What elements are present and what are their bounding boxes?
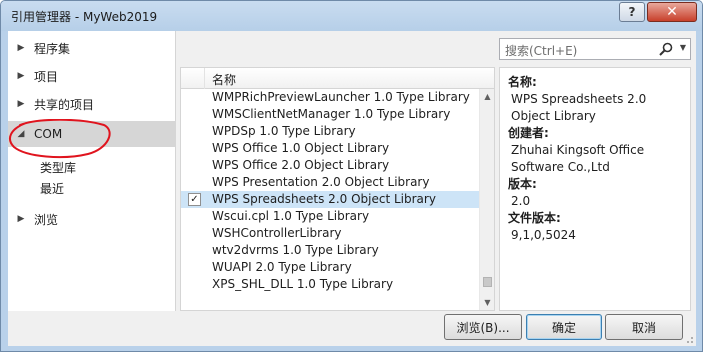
vertical-scrollbar[interactable]: ▲ ▼ [479,89,494,310]
nav-item-label: 共享的项目 [34,97,95,112]
dialog-body: ▶ 程序集 ▶ 项目 ▶ 共享的项目 ◢ COM 类型库 最近 ▶ 浏览 搜索(… [8,31,696,346]
com-library-list: 名称 WMPRichPreviewLauncher 1.0 Type Libra… [180,67,495,311]
close-button[interactable]: ✕ [647,2,697,22]
triangle-down-icon: ◢ [17,129,25,139]
list-item[interactable]: WPDSp 1.0 Type Library [181,123,479,140]
detail-version-value: 2.0 [511,194,531,208]
triangle-right-icon: ▶ [17,214,25,224]
list-item[interactable]: WUAPI 2.0 Type Library [181,259,479,276]
list-item-name: WPS Spreadsheets 2.0 Object Library [212,192,436,206]
list-item[interactable]: WMSClientNetManager 1.0 Type Library [181,106,479,123]
category-nav: ▶ 程序集 ▶ 项目 ▶ 共享的项目 ◢ COM 类型库 最近 ▶ 浏览 [8,31,176,311]
list-item-name: WPS Presentation 2.0 Object Library [212,175,430,189]
triangle-right-icon: ▶ [17,71,25,81]
detail-file-version-value: 9,1,0,5024 [511,228,576,242]
list-item-name: WMPRichPreviewLauncher 1.0 Type Library [212,90,470,104]
list-item[interactable]: WPS Presentation 2.0 Object Library [181,174,479,191]
scroll-up-icon[interactable]: ▲ [480,89,494,104]
nav-item-label: 程序集 [34,41,71,56]
search-icon[interactable] [658,41,674,57]
detail-creator-value: Zhuhai Kingsoft Office Software Co.,Ltd [511,143,645,174]
detail-file-version-label: 文件版本: [508,211,561,225]
details-panel: 名称: WPS Spreadsheets 2.0 Object Library … [499,67,691,311]
close-icon: ✕ [666,4,678,20]
list-item-name: WMSClientNetManager 1.0 Type Library [212,107,451,121]
list-item[interactable]: WMPRichPreviewLauncher 1.0 Type Library [181,89,479,106]
list-item[interactable]: WPS Office 2.0 Object Library [181,157,479,174]
nav-subitem-recent[interactable]: 最近 [40,180,64,197]
nav-item-shared-projects[interactable]: ▶ 共享的项目 [8,91,176,117]
triangle-right-icon: ▶ [17,99,25,109]
scroll-down-icon[interactable]: ▼ [480,295,494,310]
nav-item-projects[interactable]: ▶ 项目 [8,63,176,89]
reference-manager-window: 引用管理器 - MyWeb2019 ? ✕ ▶ 程序集 ▶ 项目 ▶ 共享的项目… [0,0,703,352]
ok-button[interactable]: 确定 [526,314,602,340]
list-item[interactable]: Wscui.cpl 1.0 Type Library [181,208,479,225]
list-item-selected[interactable]: ✓ WPS Spreadsheets 2.0 Object Library [181,191,479,208]
list-item[interactable]: WPS Office 1.0 Object Library [181,140,479,157]
search-placeholder: 搜索(Ctrl+E) [505,44,578,58]
detail-version-label: 版本: [508,177,537,191]
nav-subitem-type-libraries[interactable]: 类型库 [40,159,76,176]
nav-item-label: 浏览 [34,212,59,227]
list-item-name: wtv2dvrms 1.0 Type Library [212,243,379,257]
header-check-column [181,68,205,89]
nav-item-com[interactable]: ◢ COM [8,121,176,147]
title-bar[interactable]: 引用管理器 - MyWeb2019 ? ✕ [1,1,702,31]
window-title: 引用管理器 - MyWeb2019 [11,10,158,24]
list-item[interactable]: XPS_SHL_DLL 1.0 Type Library [181,276,479,293]
scrollbar-thumb[interactable] [483,277,492,287]
list-item-name: WSHControllerLibrary [212,226,342,240]
search-input[interactable]: 搜索(Ctrl+E) ▼ [499,38,691,60]
list-header: 名称 [181,68,494,89]
list-rows: WMPRichPreviewLauncher 1.0 Type Library … [181,89,479,293]
browse-button[interactable]: 浏览(B)... [444,314,522,340]
list-item[interactable]: wtv2dvrms 1.0 Type Library [181,242,479,259]
resize-grip-icon[interactable] [684,334,694,344]
help-button[interactable]: ? [619,2,645,22]
list-item-name: WPS Office 1.0 Object Library [212,141,390,155]
column-header-name[interactable]: 名称 [212,71,236,88]
list-item-name: Wscui.cpl 1.0 Type Library [212,209,370,223]
detail-creator-label: 创建者: [508,126,549,140]
checkbox-checked[interactable]: ✓ [188,193,201,206]
list-item-name: XPS_SHL_DLL 1.0 Type Library [212,277,394,291]
detail-name-value: WPS Spreadsheets 2.0 Object Library [511,92,647,123]
list-item-name: WPS Office 2.0 Object Library [212,158,390,172]
nav-item-label: COM [34,127,63,141]
nav-item-label: 项目 [34,69,59,84]
list-item-name: WUAPI 2.0 Type Library [212,260,352,274]
triangle-right-icon: ▶ [17,43,25,53]
nav-item-browse[interactable]: ▶ 浏览 [8,206,176,232]
list-item-name: WPDSp 1.0 Type Library [212,124,356,138]
detail-name-label: 名称: [508,75,537,89]
chevron-down-icon[interactable]: ▼ [680,43,686,52]
cancel-button[interactable]: 取消 [605,314,683,340]
list-item[interactable]: WSHControllerLibrary [181,225,479,242]
nav-item-assemblies[interactable]: ▶ 程序集 [8,35,176,61]
